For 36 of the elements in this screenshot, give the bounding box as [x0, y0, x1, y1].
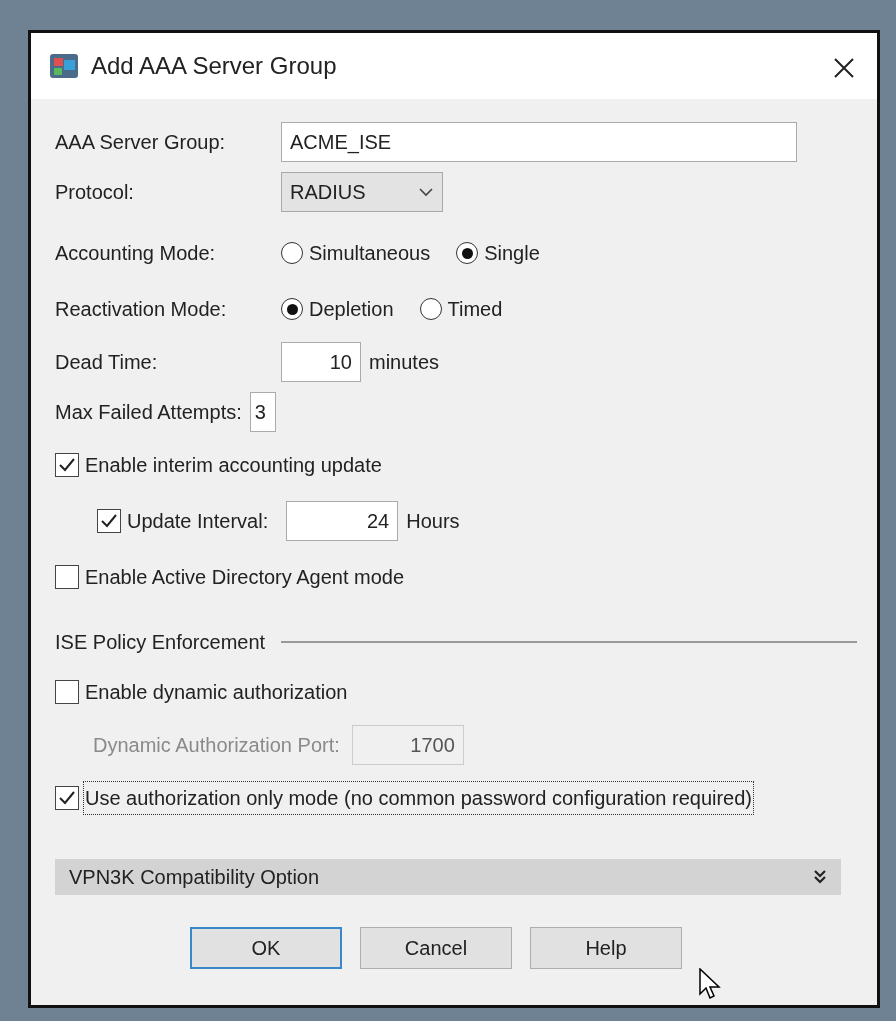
checkbox[interactable]: Enable interim accounting update	[55, 450, 382, 480]
double-chevron-down-icon	[813, 869, 827, 885]
number-field[interactable]: 24	[286, 501, 399, 541]
number-field[interactable]: 10	[281, 342, 361, 382]
checkmark-icon	[58, 457, 76, 473]
field-label: Max Failed Attempts:	[55, 400, 242, 425]
dialog-button[interactable]: Cancel	[360, 927, 512, 969]
window-title: Add AAA Server Group	[91, 51, 337, 81]
radio-button[interactable]: Simultaneous	[281, 238, 431, 268]
field-label: Accounting Mode:	[55, 241, 217, 266]
checkbox[interactable]: Update Interval:	[97, 506, 269, 536]
radio-button[interactable]: Single	[456, 238, 540, 268]
checkbox[interactable]: Use authorization only mode (no common password configuration required)	[55, 783, 752, 813]
radio-button[interactable]: Depletion	[281, 294, 394, 324]
field-label: Reactivation Mode:	[55, 297, 228, 322]
checkbox[interactable]: Enable Active Directory Agent mode	[55, 562, 405, 592]
field-label: AAA Server Group:	[55, 130, 227, 155]
checkbox[interactable]: Enable dynamic authorization	[55, 677, 348, 707]
app-icon	[49, 53, 79, 79]
number-field[interactable]: 3	[249, 392, 276, 432]
text-field[interactable]: ACME_ISE	[281, 122, 797, 162]
unit-label: minutes	[369, 350, 440, 375]
field-label: Dead Time:	[55, 350, 159, 375]
dialog-button[interactable]: OK	[190, 927, 342, 969]
radio-button[interactable]: Timed	[419, 294, 503, 324]
checkmark-icon	[58, 790, 76, 806]
field-label: Dynamic Authorization Port:	[93, 733, 340, 758]
dialog-button[interactable]: Help	[530, 927, 682, 969]
section-title: ISE Policy Enforcement	[55, 630, 266, 655]
collapsible-header[interactable]: VPN3K Compatibility Option	[55, 859, 841, 895]
protocol-dropdown[interactable]: RADIUS	[281, 172, 443, 212]
chevron-down-icon	[418, 187, 434, 197]
checkmark-icon	[100, 513, 118, 529]
mouse-pointer-icon	[699, 968, 721, 1000]
field-label: Protocol:	[55, 180, 135, 205]
unit-label: Hours	[406, 509, 460, 534]
